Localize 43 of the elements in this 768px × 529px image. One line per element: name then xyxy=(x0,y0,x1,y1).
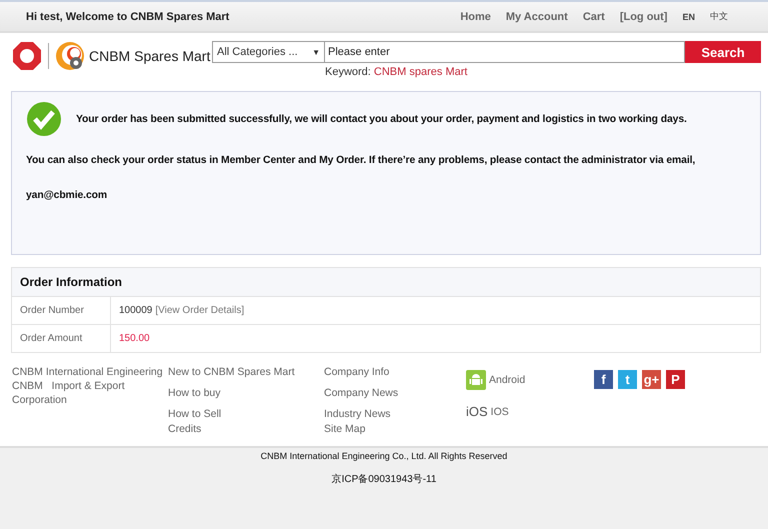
footer-link[interactable]: Company News xyxy=(324,386,398,400)
android-icon xyxy=(466,370,486,390)
footer-link[interactable]: New to CNBM Spares Mart xyxy=(168,365,295,379)
footer-link[interactable]: How to Sell xyxy=(168,407,222,421)
keyword-label: Keyword: xyxy=(325,66,371,78)
icp-number: 京ICP备09031943号-11 xyxy=(332,472,436,486)
copyright-text: CNBM International Engineering Co., Ltd. All Rights Reserved xyxy=(260,451,508,461)
welcome-text: Hi test, Welcome to CNBM Spares Mart xyxy=(26,10,230,22)
company-name: CNBM International Engineering CNBM Import & Export Corporation xyxy=(12,365,163,407)
keyword-link[interactable]: CNBM spares Mart xyxy=(374,66,468,78)
search-field[interactable]: Please enter xyxy=(325,41,685,63)
app-link[interactable]: IOS xyxy=(490,404,509,418)
language-link[interactable]: EN xyxy=(682,12,695,22)
nav-link[interactable]: [Log out] xyxy=(620,10,668,22)
brand-name: CNBM Spares Mart xyxy=(89,48,210,64)
social-link[interactable]: g+ xyxy=(642,370,661,389)
check-icon xyxy=(26,101,62,137)
order-amount: 150.00 xyxy=(119,333,150,344)
octagon-logo-icon xyxy=(12,41,42,71)
ios-logo: iOS xyxy=(466,404,488,419)
nav-link[interactable]: Home xyxy=(460,10,491,22)
footer-link[interactable]: Industry News xyxy=(324,407,391,421)
panel-title: Order Information xyxy=(12,268,760,297)
social-link[interactable]: P xyxy=(666,370,685,389)
info-message: You can also check your order status in Member Center and My Order. If there’re any problems, please contact the administrator via email, xyxy=(26,155,696,166)
footer-link[interactable]: Site Map xyxy=(324,422,366,436)
row-label: Order Number xyxy=(12,297,111,324)
social-link[interactable]: f xyxy=(594,370,613,389)
search-button[interactable]: Search xyxy=(685,41,761,63)
nav-link[interactable]: My Account xyxy=(506,10,568,22)
app-link[interactable]: Android xyxy=(489,373,526,387)
category-dropdown[interactable]: All Categories ... ▼ xyxy=(212,41,325,63)
swirl-gear-logo-icon xyxy=(55,41,85,71)
nav-link[interactable]: Cart xyxy=(582,10,605,22)
email-text: yan@cbmie.com xyxy=(26,190,108,201)
language-link[interactable]: 中文 xyxy=(710,10,728,23)
footer-link[interactable]: How to buy xyxy=(168,386,221,400)
order-number: 100009 xyxy=(119,305,152,316)
row-label: Order Amount xyxy=(12,325,111,352)
footer-link[interactable]: Company Info xyxy=(324,365,390,379)
footer-link[interactable]: Credits xyxy=(168,422,202,436)
success-message: Your order has been submitted successfully, we will contact you about your order, payment and logistics in two working days. xyxy=(76,114,687,124)
view-details-link[interactable]: [View Order Details] xyxy=(155,305,244,316)
